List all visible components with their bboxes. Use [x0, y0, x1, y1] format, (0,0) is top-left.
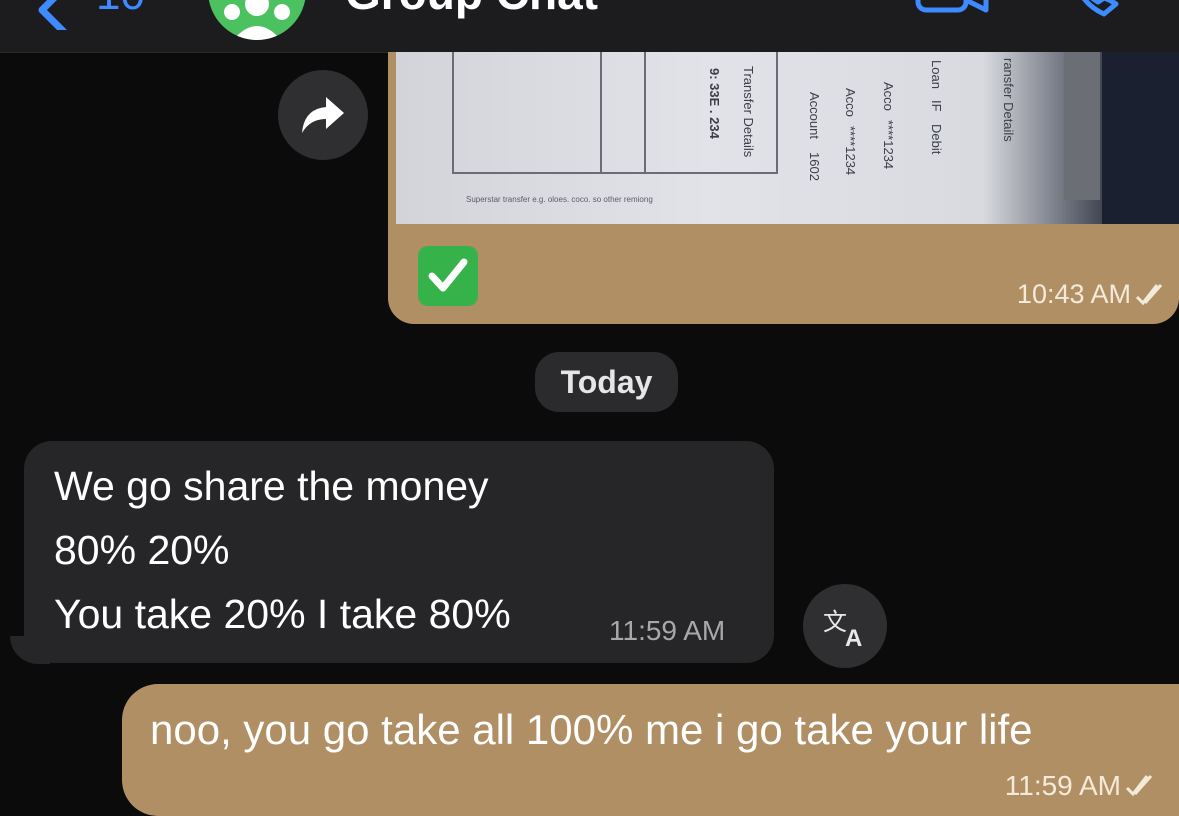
receipt-photo[interactable]: ransfer Details Loan IF Debit Acco ****1… [396, 52, 1179, 224]
double-check-icon [1125, 775, 1153, 797]
svg-text:A: A [845, 625, 862, 648]
chevron-left-icon[interactable] [30, 0, 74, 30]
doc-text: Loan [929, 60, 944, 89]
translate-icon: 文 A [823, 608, 862, 648]
doc-text: 1602 [807, 152, 822, 181]
doc-text: Acco [843, 88, 858, 117]
chat-title[interactable]: Group Chat [345, 0, 598, 20]
doc-text: ransfer Details [1001, 58, 1016, 142]
double-check-icon [1135, 284, 1163, 306]
message-line: You take 20% I take 80% [54, 591, 511, 637]
message-time: 10:43 AM [1016, 279, 1131, 309]
doc-text: Acco [881, 82, 896, 111]
doc-divider [644, 52, 646, 172]
doc-text: ****1234 [843, 126, 858, 176]
message-text: noo, you go take all 100% me i go take y… [150, 706, 1033, 753]
message-time: 11:59 AM [1004, 770, 1121, 801]
video-call-icon[interactable] [914, 0, 990, 14]
doc-table [452, 52, 778, 174]
phone-icon[interactable] [1070, 0, 1126, 18]
forward-button[interactable] [278, 70, 368, 160]
outgoing-message[interactable]: noo, you go take all 100% me i go take y… [122, 684, 1179, 816]
date-separator: Today [535, 352, 678, 412]
forward-arrow-icon [302, 97, 344, 133]
doc-text: Debit [929, 124, 944, 155]
doc-text: ****1234 [881, 120, 896, 170]
group-avatar-icon[interactable] [208, 0, 306, 40]
doc-text: Transfer Details [741, 66, 756, 158]
outgoing-photo-message[interactable]: ransfer Details Loan IF Debit Acco ****1… [388, 52, 1179, 324]
translate-button[interactable]: 文 A [803, 584, 887, 668]
doc-text: Account [807, 92, 822, 139]
incoming-message[interactable]: We go share the money 80% 20% You take 2… [24, 441, 774, 663]
unread-count[interactable]: 10 [96, 0, 145, 20]
message-time: 11:59 AM [609, 615, 726, 646]
svg-text:文: 文 [823, 608, 847, 636]
message-line: We go share the money [54, 463, 489, 509]
doc-footer: Superstar transfer e.g. oloes. coco. so … [466, 195, 653, 204]
check-mark-button-icon [418, 246, 478, 306]
chat-header: 10 Group Chat [0, 0, 1179, 53]
doc-divider [600, 52, 602, 172]
doc-text: 9: 33E . 234 [707, 68, 722, 139]
doc-text: IF [929, 100, 944, 112]
doc-gray-bar [1064, 52, 1100, 200]
doc-dark-edge [1102, 52, 1179, 224]
message-line: 80% 20% [54, 527, 230, 573]
